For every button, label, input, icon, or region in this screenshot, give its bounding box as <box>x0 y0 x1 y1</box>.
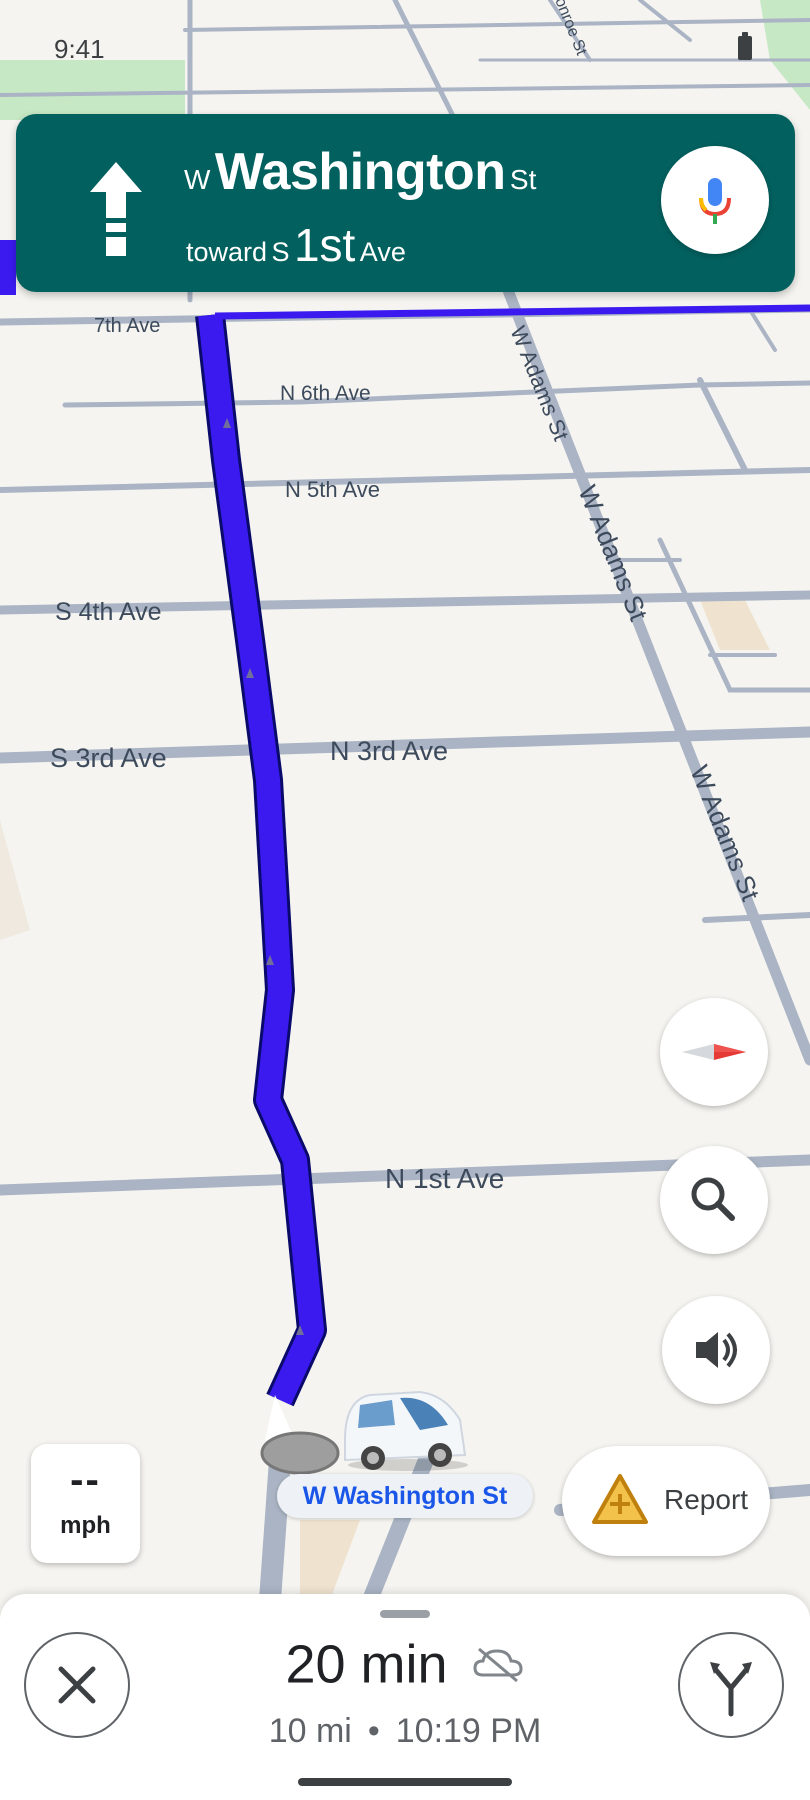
toward-name: 1st <box>293 219 356 271</box>
microphone-icon <box>699 178 731 224</box>
street-suffix: St <box>509 164 537 195</box>
volume-icon <box>696 1332 737 1368</box>
arrival-time: 10:19 PM <box>395 1712 542 1750</box>
compass-icon <box>682 1044 746 1060</box>
report-button[interactable]: Report <box>562 1446 770 1556</box>
next-street: W Washington St <box>184 142 536 202</box>
street-label-n-3rd-ave: N 3rd Ave <box>330 736 448 766</box>
status-bar-time: 9:41 <box>54 34 105 64</box>
duration-text: 20 min <box>285 1634 448 1695</box>
speed-value: -- <box>70 1458 101 1502</box>
report-warning-icon <box>592 1474 648 1524</box>
location-puck-shadow <box>260 1431 340 1475</box>
speedometer: -- mph <box>31 1444 140 1563</box>
street-prefix: W <box>184 164 211 195</box>
alternate-routes-button[interactable] <box>678 1632 784 1738</box>
battery-icon <box>738 32 752 60</box>
search-icon <box>691 1177 735 1221</box>
home-indicator[interactable] <box>298 1778 512 1786</box>
street-label-s-4th-ave: S 4th Ave <box>55 598 162 626</box>
volume-button[interactable] <box>662 1296 770 1404</box>
toward-street: toward S 1st Ave <box>186 218 406 272</box>
speed-unit: mph <box>60 1512 111 1539</box>
street-label-n-6th-ave: N 6th Ave <box>280 382 371 405</box>
report-label: Report <box>664 1484 749 1515</box>
toward-prefix: S <box>271 237 290 267</box>
street-label-n-5th-ave: N 5th Ave <box>285 477 380 502</box>
compass-button[interactable] <box>660 998 768 1106</box>
street-name: Washington <box>214 143 506 201</box>
toward-suffix: Ave <box>359 237 406 267</box>
fork-route-icon <box>710 1662 752 1717</box>
cloud-off-icon <box>473 1647 523 1682</box>
trip-distance: 10 mi <box>268 1712 352 1750</box>
street-label-s-3rd-ave: S 3rd Ave <box>50 743 167 773</box>
street-label-7th-ave: 7th Ave <box>94 315 160 337</box>
drag-handle[interactable] <box>380 1610 430 1618</box>
toward-label: toward <box>186 237 268 267</box>
navigation-banner[interactable]: W Washington St toward S 1st Ave <box>16 114 795 292</box>
voice-search-button[interactable] <box>661 146 769 254</box>
current-road-label: W Washington St <box>277 1474 533 1518</box>
separator-dot: • <box>367 1712 380 1750</box>
straight-arrow-icon <box>90 162 142 256</box>
street-label-n-1st-ave: N 1st Ave <box>385 1163 504 1194</box>
trip-summary-sheet[interactable]: 20 min 10 mi • 10:19 PM <box>0 1594 810 1800</box>
search-button[interactable] <box>660 1146 768 1254</box>
